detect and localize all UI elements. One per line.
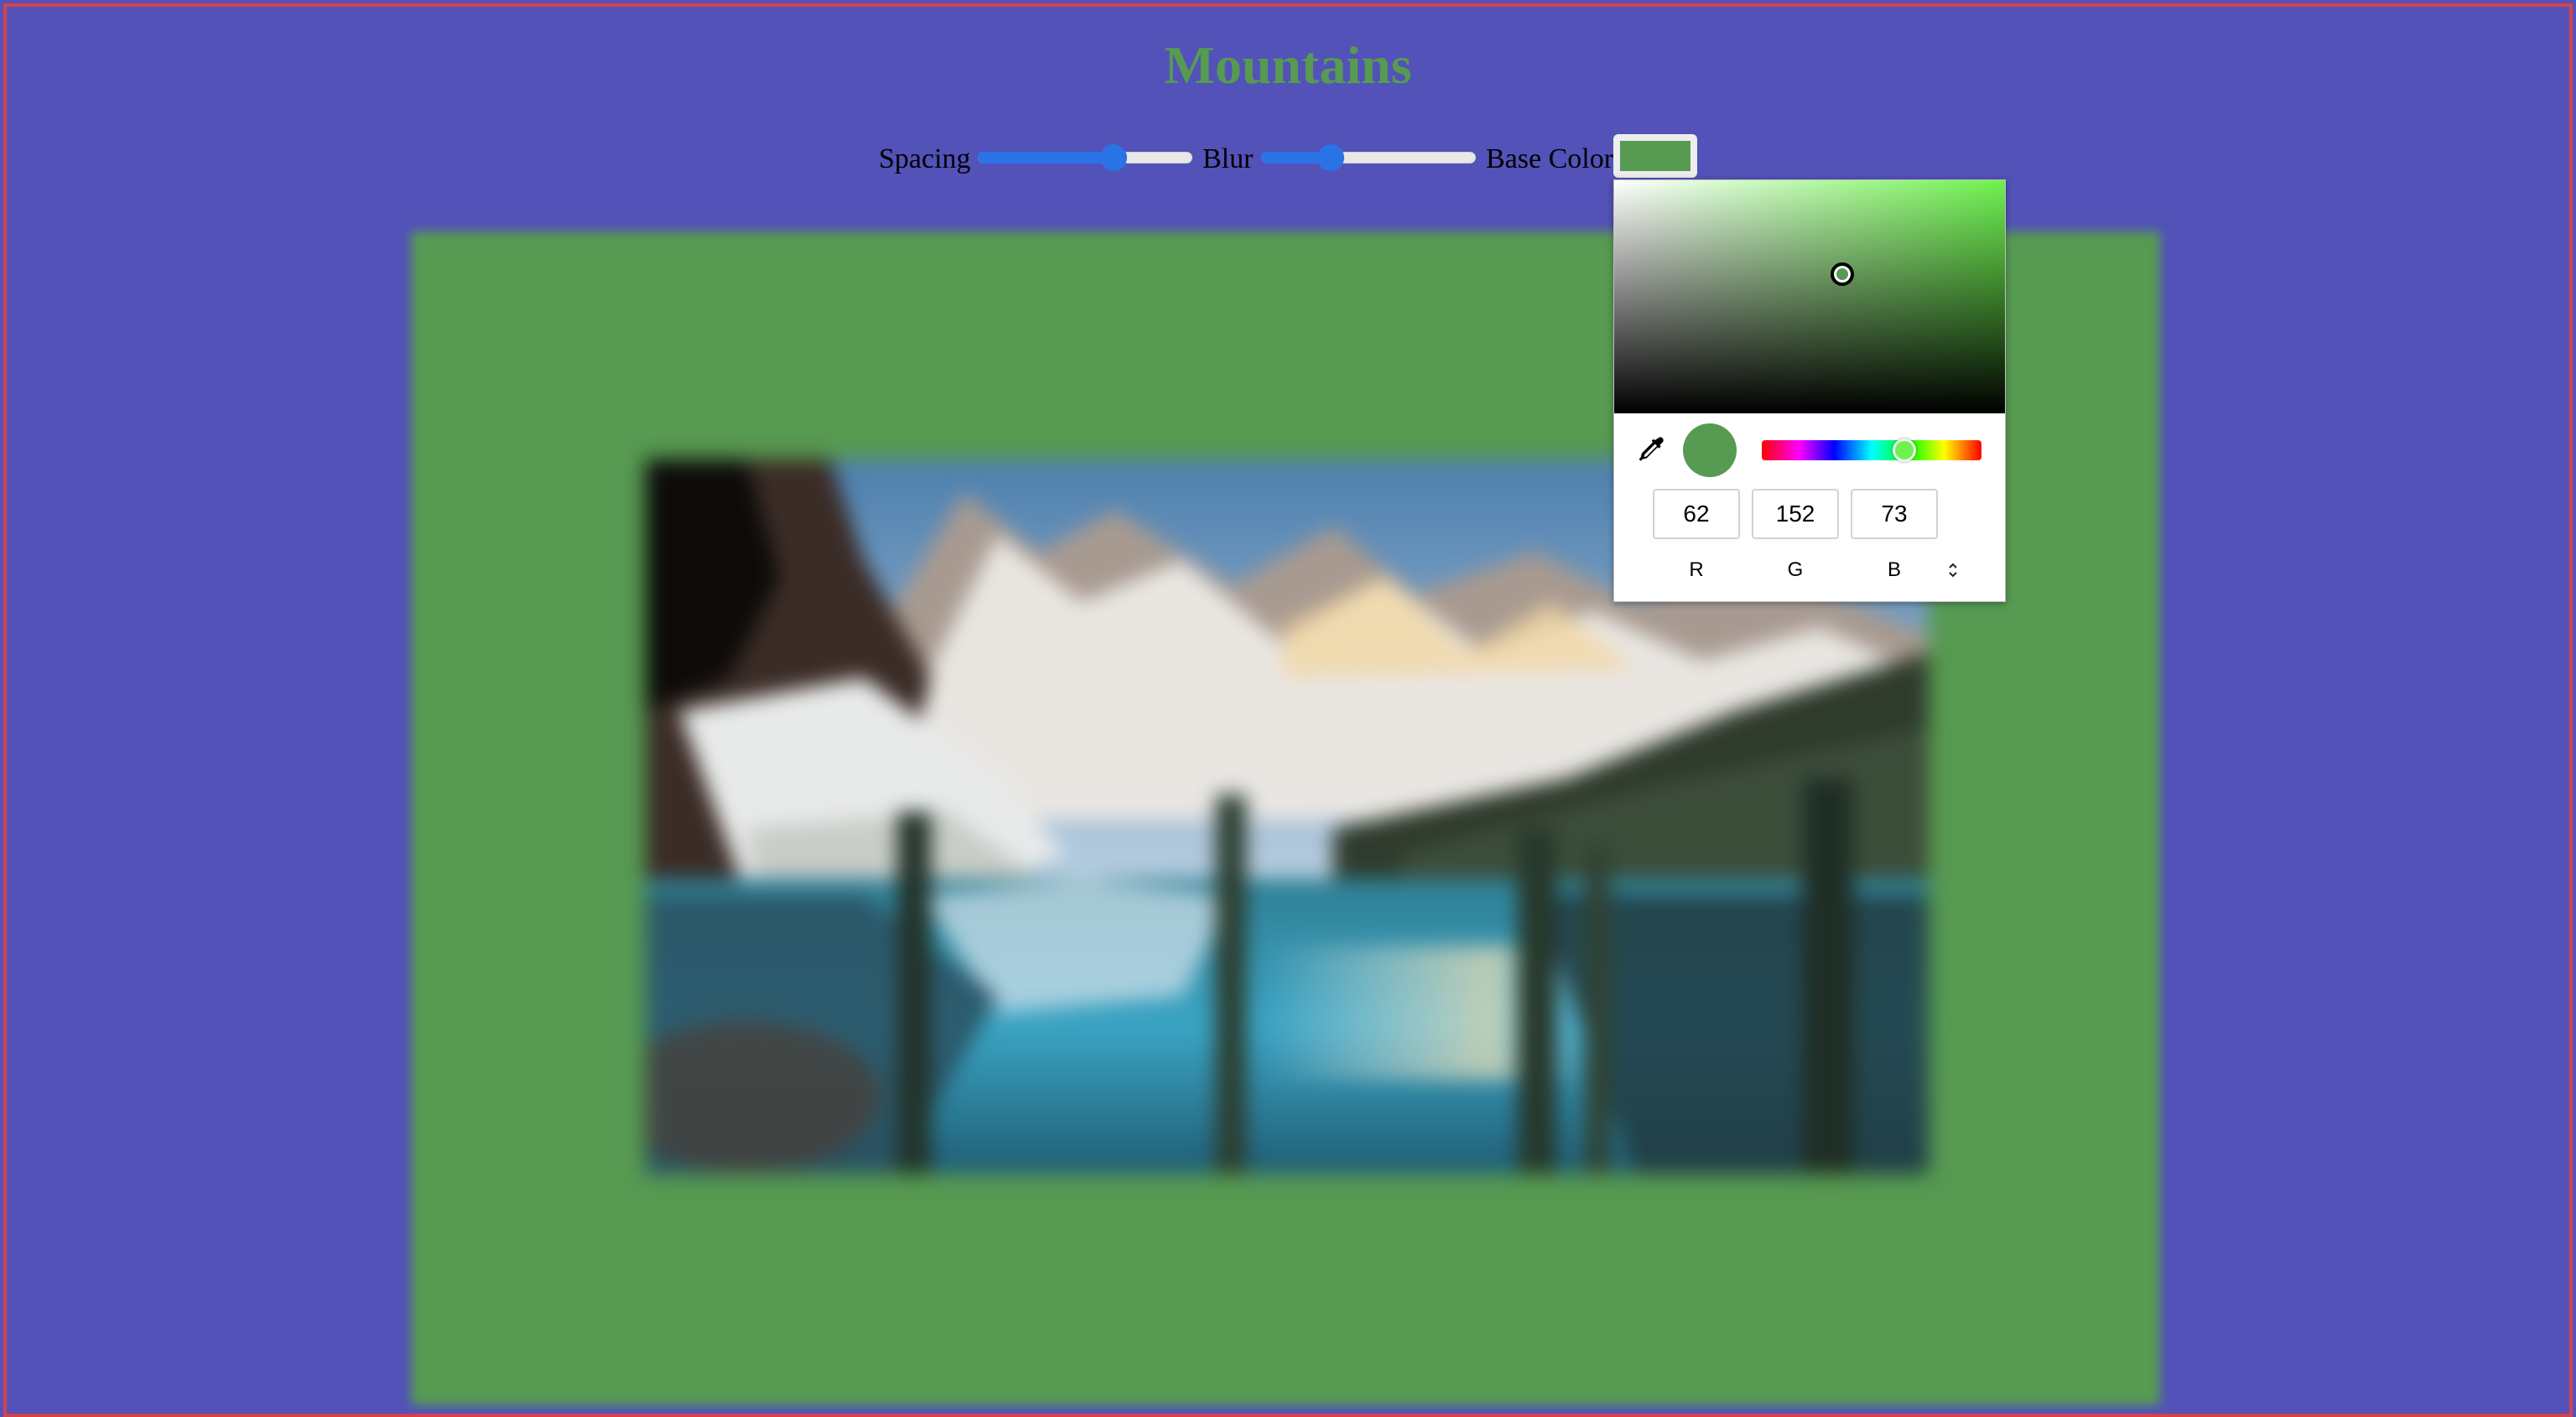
- color-preview: [1683, 423, 1737, 477]
- eyedropper-icon[interactable]: [1636, 435, 1666, 465]
- base-color-label: Base Color: [1486, 143, 1614, 174]
- green-input[interactable]: [1752, 489, 1839, 539]
- blur-slider-thumb[interactable]: [1317, 144, 1344, 171]
- blur-label: Blur: [1202, 143, 1254, 174]
- hue-slider[interactable]: [1762, 440, 1981, 460]
- base-color-swatch: [1620, 141, 1690, 171]
- spacing-slider[interactable]: [978, 143, 1192, 173]
- spacing-label: Spacing: [879, 143, 971, 174]
- blue-input[interactable]: [1851, 489, 1938, 539]
- up-down-chevron-icon[interactable]: [1943, 558, 1963, 583]
- blur-slider[interactable]: [1261, 143, 1476, 173]
- blue-label: B: [1887, 558, 1901, 581]
- saturation-value-cursor[interactable]: [1831, 262, 1854, 286]
- saturation-value-area[interactable]: [1614, 180, 2005, 413]
- spacing-slider-thumb[interactable]: [1100, 144, 1127, 171]
- red-input[interactable]: [1653, 489, 1740, 539]
- hue-slider-thumb[interactable]: [1893, 439, 1916, 462]
- base-color-button[interactable]: [1613, 134, 1697, 178]
- controls-bar: Spacing Blur Base Color: [0, 0, 2576, 201]
- red-label: R: [1689, 558, 1704, 581]
- green-label: G: [1787, 558, 1804, 581]
- spacing-slider-fill: [978, 152, 1114, 164]
- color-picker-popup: R G B: [1613, 179, 2006, 602]
